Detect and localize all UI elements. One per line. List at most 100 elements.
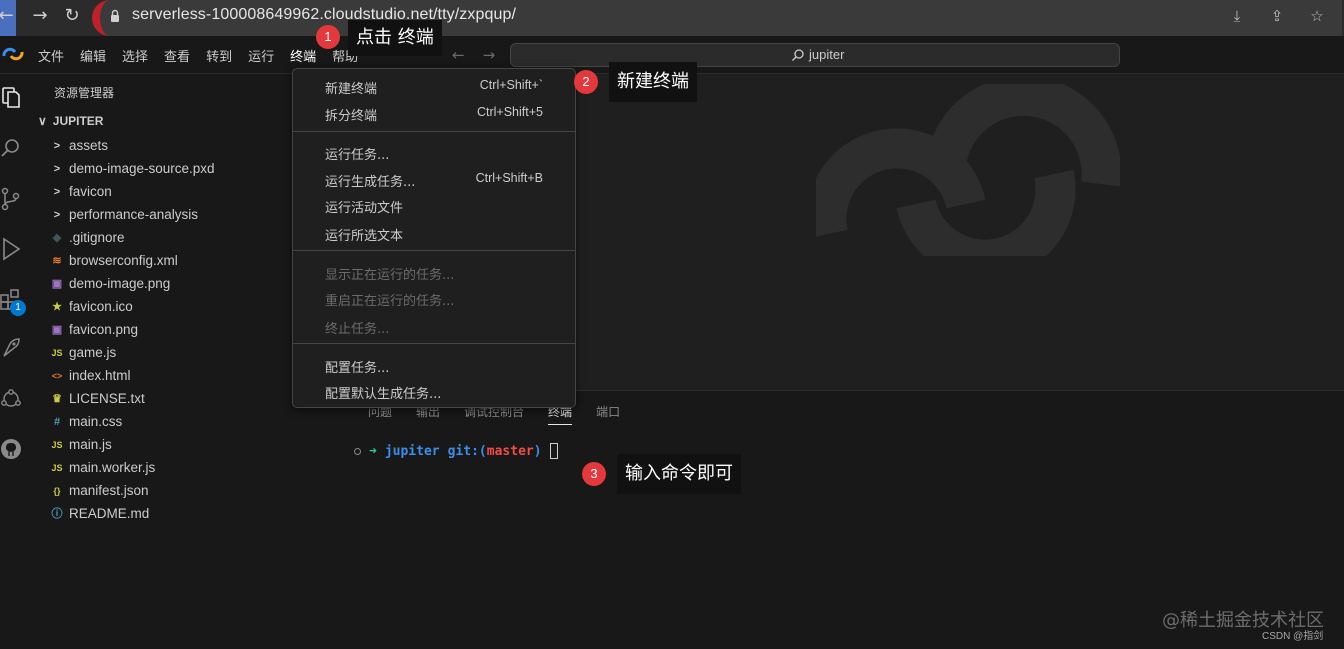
reload-icon[interactable]: ↻ <box>60 4 84 28</box>
menu-item-label: 配置默认生成任务... <box>325 387 442 402</box>
arrow-left-icon[interactable]: ← <box>0 4 18 28</box>
run-debug-icon[interactable] <box>0 236 22 262</box>
menu-item-label: 运行任务... <box>325 148 390 163</box>
activity-bar: 1 <box>0 74 34 649</box>
terminal-menu-item: 终止任务... <box>293 313 575 339</box>
file-tree-item[interactable]: {} manifest.json <box>34 479 348 502</box>
menu-item-shortcut: Ctrl+Shift+B <box>475 171 543 185</box>
terminal-menu-item[interactable]: 新建终端 Ctrl+Shift+` <box>293 73 575 99</box>
chevron-right-icon: > <box>53 139 61 152</box>
menu-item-label: 终止任务... <box>325 322 390 337</box>
search-icon[interactable] <box>0 136 22 162</box>
bookmark-star-icon[interactable]: ☆ <box>1308 7 1326 25</box>
source-control-icon[interactable] <box>0 186 22 212</box>
terminal-menu-item[interactable]: 运行任务... <box>293 139 575 165</box>
css-file-icon: # <box>53 415 61 428</box>
install-app-icon[interactable]: ⤓ <box>1228 7 1246 25</box>
file-tree-label: performance-analysis <box>69 207 199 222</box>
terminal-menu-item[interactable]: 运行生成任务... Ctrl+Shift+B <box>293 166 575 192</box>
annotation-3-number: 3 <box>582 462 606 486</box>
folder-name: JUPITER <box>52 114 104 128</box>
terminal-menu-item[interactable]: 运行所选文本 <box>293 220 575 246</box>
menu-separator <box>293 131 575 132</box>
terminal-menu-item: 重启正在运行的任务... <box>293 285 575 311</box>
prompt-git-close: ) <box>533 443 542 459</box>
annotation-1-label: 点击 终端 <box>348 20 442 56</box>
chevron-right-icon: > <box>53 208 61 221</box>
html-file-icon: <> <box>51 370 63 381</box>
menu-item-label: 运行所选文本 <box>325 229 404 244</box>
terminal-menu-item[interactable]: 拆分终端 Ctrl+Shift+5 <box>293 100 575 126</box>
browser-toolbar: ← → ↻ serverless-100008649962.cloudstudi… <box>0 0 1344 36</box>
sidebar-title: 资源管理器 <box>54 86 115 100</box>
explorer-icon[interactable] <box>0 84 22 110</box>
file-tree-label: README.md <box>69 506 150 521</box>
menu-item-shortcut: Ctrl+Shift+` <box>479 78 543 92</box>
js-file-icon: JS <box>51 462 63 473</box>
star-file-icon: ★ <box>52 300 62 313</box>
csdn-watermark: CSDN @指剑 <box>1262 631 1324 642</box>
annotation-3-label: 输入命令即可 <box>617 454 741 494</box>
terminal-cursor <box>549 443 558 459</box>
file-tree-label: favicon.png <box>69 322 139 337</box>
file-tree-item[interactable]: JS main.worker.js <box>34 456 348 479</box>
folder-header[interactable]: ∨ JUPITER <box>38 114 103 128</box>
file-tree-label: favicon <box>69 184 112 199</box>
file-tree-label: demo-image-source.pxd <box>69 161 215 176</box>
url-text[interactable]: serverless-100008649962.cloudstudio.net/… <box>132 6 516 24</box>
terminal-menu-item[interactable]: 配置默认生成任务... <box>293 378 575 404</box>
menu-separator <box>293 250 575 251</box>
file-tree-label: .gitignore <box>69 230 125 245</box>
menu-item[interactable]: 查看 <box>164 46 190 65</box>
remote-icon[interactable] <box>0 336 22 362</box>
menu-item[interactable]: 转到 <box>206 46 232 65</box>
file-tree-label: browserconfig.xml <box>69 253 178 268</box>
menu-item-label: 重启正在运行的任务... <box>325 294 455 309</box>
github-icon[interactable] <box>0 436 22 462</box>
command-center[interactable]: jupiter <box>510 43 1120 67</box>
js-file-icon: JS <box>51 347 63 358</box>
file-tree-label: main.js <box>69 437 112 452</box>
menu-item-label: 新建终端 <box>325 82 378 97</box>
search-icon <box>792 49 804 61</box>
terminal-menu-item[interactable]: 配置任务... <box>293 352 575 378</box>
git-file-icon: ◆ <box>52 231 62 244</box>
extensions-badge: 1 <box>10 300 26 316</box>
file-tree-item[interactable]: JS main.js <box>34 433 348 456</box>
terminal-prompt[interactable]: ➜ jupiter git:(master) <box>354 443 558 459</box>
chevron-down-icon: ∨ <box>38 114 47 128</box>
history-nav: ← → <box>452 46 495 64</box>
file-tree-item[interactable]: ⓘ README.md <box>34 502 348 525</box>
menu-item-shortcut: Ctrl+Shift+5 <box>476 105 543 119</box>
nav-back-icon[interactable]: ← <box>452 46 465 64</box>
panel-tab[interactable]: 端口 <box>596 403 620 425</box>
file-tree-label: demo-image.png <box>69 276 171 291</box>
menu-separator <box>293 343 575 344</box>
prompt-branch: master <box>486 443 534 459</box>
chevron-right-icon: > <box>53 185 61 198</box>
terminal-menu-item: 显示正在运行的任务... <box>293 259 575 285</box>
file-tree-item[interactable]: # main.css <box>34 410 348 433</box>
terminal-menu-item[interactable]: 运行活动文件 <box>293 192 575 218</box>
info-file-icon: ⓘ <box>51 507 63 520</box>
file-tree-label: game.js <box>69 345 117 360</box>
network-icon[interactable] <box>0 386 22 412</box>
menu-item[interactable]: 运行 <box>248 46 274 65</box>
menu-item[interactable]: 文件 <box>38 46 64 65</box>
prompt-directory: jupiter <box>384 443 440 459</box>
menu-item[interactable]: 终端 <box>290 46 316 65</box>
menu-item-label: 显示正在运行的任务... <box>325 268 455 283</box>
js-file-icon: JS <box>51 439 63 450</box>
menu-item-label: 运行活动文件 <box>325 201 404 216</box>
json-file-icon: {} <box>53 485 61 496</box>
menu-item[interactable]: 选择 <box>122 46 148 65</box>
prompt-status-dot <box>354 447 361 455</box>
license-file-icon: ♛ <box>52 392 62 405</box>
chevron-right-icon: > <box>53 162 61 175</box>
share-icon[interactable]: ⇪ <box>1268 7 1286 25</box>
cloudstudio-logo <box>2 47 24 61</box>
nav-forward-icon[interactable]: → <box>483 46 496 64</box>
arrow-right-icon[interactable]: → <box>28 4 52 28</box>
file-tree-label: LICENSE.txt <box>69 391 145 406</box>
menu-item[interactable]: 编辑 <box>80 46 106 65</box>
